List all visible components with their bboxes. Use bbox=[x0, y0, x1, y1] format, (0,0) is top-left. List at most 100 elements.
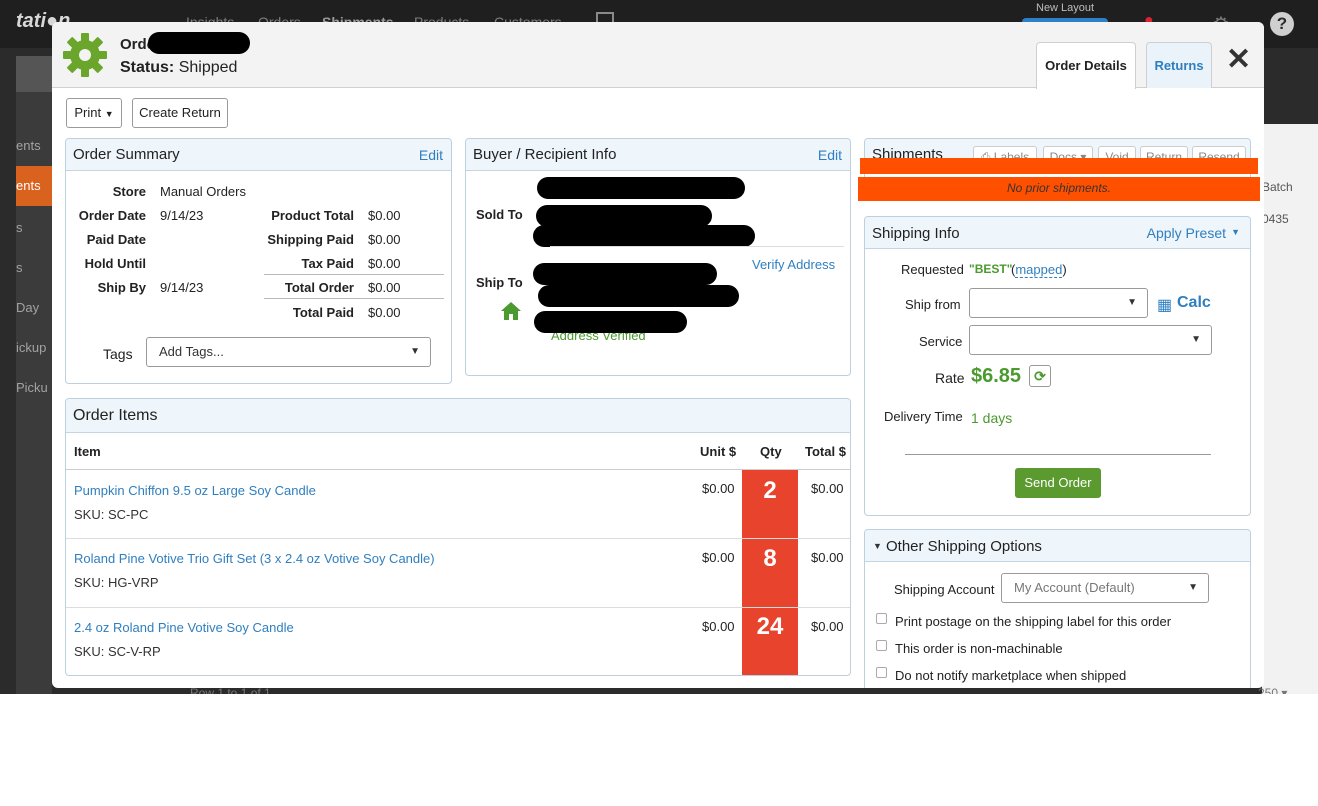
service-label: Service bbox=[919, 334, 963, 349]
refresh-icon[interactable]: ⟳ bbox=[1029, 365, 1051, 387]
item-total: $0.00 bbox=[811, 619, 844, 634]
unit-price: $0.00 bbox=[702, 619, 735, 634]
print-button[interactable]: Print ▼ bbox=[66, 98, 122, 128]
modal-header: Orde Status: Shipped Order Details Retur… bbox=[52, 22, 1264, 89]
order-summary-panel: Order Summary Edit Store Manual Orders O… bbox=[65, 138, 452, 384]
delivery-time-label: Delivery Time bbox=[884, 409, 963, 424]
gear-icon bbox=[63, 33, 107, 77]
rate-value: $6.85 bbox=[971, 365, 1022, 387]
tags-label: Tags bbox=[103, 346, 133, 362]
page-size[interactable]: 250 ▾ bbox=[1258, 686, 1287, 694]
divider bbox=[66, 538, 850, 539]
shipping-account-select[interactable]: My Account (Default) ▼ bbox=[1001, 573, 1209, 603]
send-order-button[interactable]: Send Order bbox=[1015, 468, 1101, 498]
left-item[interactable]: Picku bbox=[16, 380, 52, 395]
total-order-value: $0.00 bbox=[368, 280, 401, 295]
divider bbox=[66, 469, 850, 470]
status-value: Shipped bbox=[178, 59, 238, 76]
chevron-down-icon: ▼ bbox=[1191, 334, 1201, 345]
print-postage-label: Print postage on the shipping label for … bbox=[895, 614, 1172, 629]
tax-paid-label: Tax Paid bbox=[301, 256, 354, 271]
mapped-text: mapped bbox=[1015, 262, 1063, 278]
status-label: Status: bbox=[120, 59, 175, 76]
left-item[interactable]: s bbox=[16, 220, 52, 235]
create-return-button[interactable]: Create Return bbox=[132, 98, 228, 128]
left-sidebar-header bbox=[16, 56, 56, 92]
left-item[interactable]: s bbox=[16, 260, 52, 275]
print-postage-checkbox[interactable] bbox=[876, 613, 887, 624]
tax-paid-value: $0.00 bbox=[368, 256, 401, 271]
shipping-info-panel: Shipping Info Apply Preset ▼ Requested "… bbox=[864, 216, 1251, 516]
other-options-header[interactable]: ▼ Other Shipping Options bbox=[865, 530, 1250, 562]
chevron-down-icon: ▼ bbox=[1188, 582, 1198, 593]
non-machinable-label: This order is non-machinable bbox=[895, 641, 1063, 656]
sold-to-label: Sold To bbox=[476, 207, 523, 222]
verify-address-link[interactable]: Verify Address bbox=[752, 257, 835, 272]
calc-button[interactable]: Calc bbox=[1177, 294, 1211, 312]
tags-select[interactable]: Add Tags... ▼ bbox=[146, 337, 431, 367]
ship-by-value: 9/14/23 bbox=[160, 280, 204, 295]
unit-price: $0.00 bbox=[702, 481, 735, 496]
shipping-account-value: My Account (Default) bbox=[1014, 580, 1135, 595]
redaction bbox=[533, 225, 755, 247]
left-item-active-label[interactable]: ents bbox=[16, 178, 52, 193]
order-items-panel: Order Items Item Unit $ Qty Total $ Pump… bbox=[65, 398, 851, 676]
print-label: Print bbox=[74, 105, 102, 120]
rate-label: Rate bbox=[935, 370, 965, 386]
col-total: Total $ bbox=[805, 444, 846, 459]
order-summary-title: Order Summary bbox=[73, 146, 180, 163]
no-notify-checkbox[interactable] bbox=[876, 667, 887, 678]
shipping-info-title: Shipping Info bbox=[872, 225, 960, 242]
item-qty: 8 bbox=[742, 539, 798, 607]
divider bbox=[264, 298, 444, 299]
tab-returns[interactable]: Returns bbox=[1146, 42, 1212, 88]
chevron-down-icon: ▼ bbox=[1231, 227, 1240, 237]
mapped-link[interactable]: (mapped) bbox=[1011, 262, 1067, 278]
other-options-title: Other Shipping Options bbox=[886, 538, 1042, 555]
unit-price: $0.00 bbox=[702, 550, 735, 565]
requested-value: "BEST" bbox=[969, 262, 1013, 276]
no-shipments-message: No prior shipments. bbox=[1006, 181, 1112, 195]
store-value: Manual Orders bbox=[160, 184, 246, 199]
no-notify-label: Do not notify marketplace when shipped bbox=[895, 668, 1127, 683]
order-modal: Orde Status: Shipped Order Details Retur… bbox=[52, 22, 1264, 688]
item-qty: 2 bbox=[742, 470, 798, 538]
home-icon bbox=[501, 302, 521, 320]
tags-placeholder: Add Tags... bbox=[159, 344, 224, 359]
close-icon[interactable]: ✕ bbox=[1226, 42, 1251, 78]
ship-from-select[interactable]: ▼ bbox=[969, 288, 1148, 318]
help-icon[interactable]: ? bbox=[1270, 12, 1294, 36]
item-name-link[interactable]: Roland Pine Votive Trio Gift Set (3 x 2.… bbox=[74, 551, 435, 566]
ship-by-label: Ship By bbox=[97, 280, 146, 295]
buyer-title: Buyer / Recipient Info bbox=[473, 146, 617, 163]
buyer-panel: Buyer / Recipient Info Edit Sold To Ship… bbox=[465, 138, 851, 376]
divider bbox=[905, 454, 1211, 455]
buyer-edit-link[interactable]: Edit bbox=[818, 147, 842, 163]
left-item[interactable]: ents bbox=[16, 138, 52, 153]
redaction bbox=[536, 205, 712, 227]
buyer-header: Buyer / Recipient Info Edit bbox=[466, 139, 850, 171]
right-grid-panel bbox=[1262, 124, 1318, 694]
divider bbox=[264, 274, 444, 275]
apply-preset-dropdown[interactable]: Apply Preset bbox=[1147, 225, 1226, 241]
item-name-link[interactable]: 2.4 oz Roland Pine Votive Soy Candle bbox=[74, 620, 294, 635]
chevron-down-icon: ▼ bbox=[873, 541, 882, 551]
item-total: $0.00 bbox=[811, 550, 844, 565]
item-name-link[interactable]: Pumpkin Chiffon 9.5 oz Large Soy Candle bbox=[74, 483, 316, 498]
item-qty: 24 bbox=[742, 608, 798, 675]
item-sku: SKU: SC-V-RP bbox=[74, 644, 161, 659]
tab-order-details[interactable]: Order Details bbox=[1036, 42, 1136, 89]
redaction bbox=[534, 311, 687, 333]
shipping-paid-label: Shipping Paid bbox=[267, 232, 354, 247]
left-item[interactable]: Day bbox=[16, 300, 52, 315]
product-total-value: $0.00 bbox=[368, 208, 401, 223]
item-sku: SKU: HG-VRP bbox=[74, 575, 159, 590]
service-select[interactable]: ▼ bbox=[969, 325, 1212, 355]
new-layout-label: New Layout bbox=[1036, 2, 1095, 14]
total-paid-value: $0.00 bbox=[368, 305, 401, 320]
non-machinable-checkbox[interactable] bbox=[876, 640, 887, 651]
store-label: Store bbox=[112, 184, 146, 199]
divider bbox=[550, 246, 844, 247]
left-item[interactable]: ickup bbox=[16, 340, 52, 355]
order-summary-edit-link[interactable]: Edit bbox=[419, 147, 443, 163]
